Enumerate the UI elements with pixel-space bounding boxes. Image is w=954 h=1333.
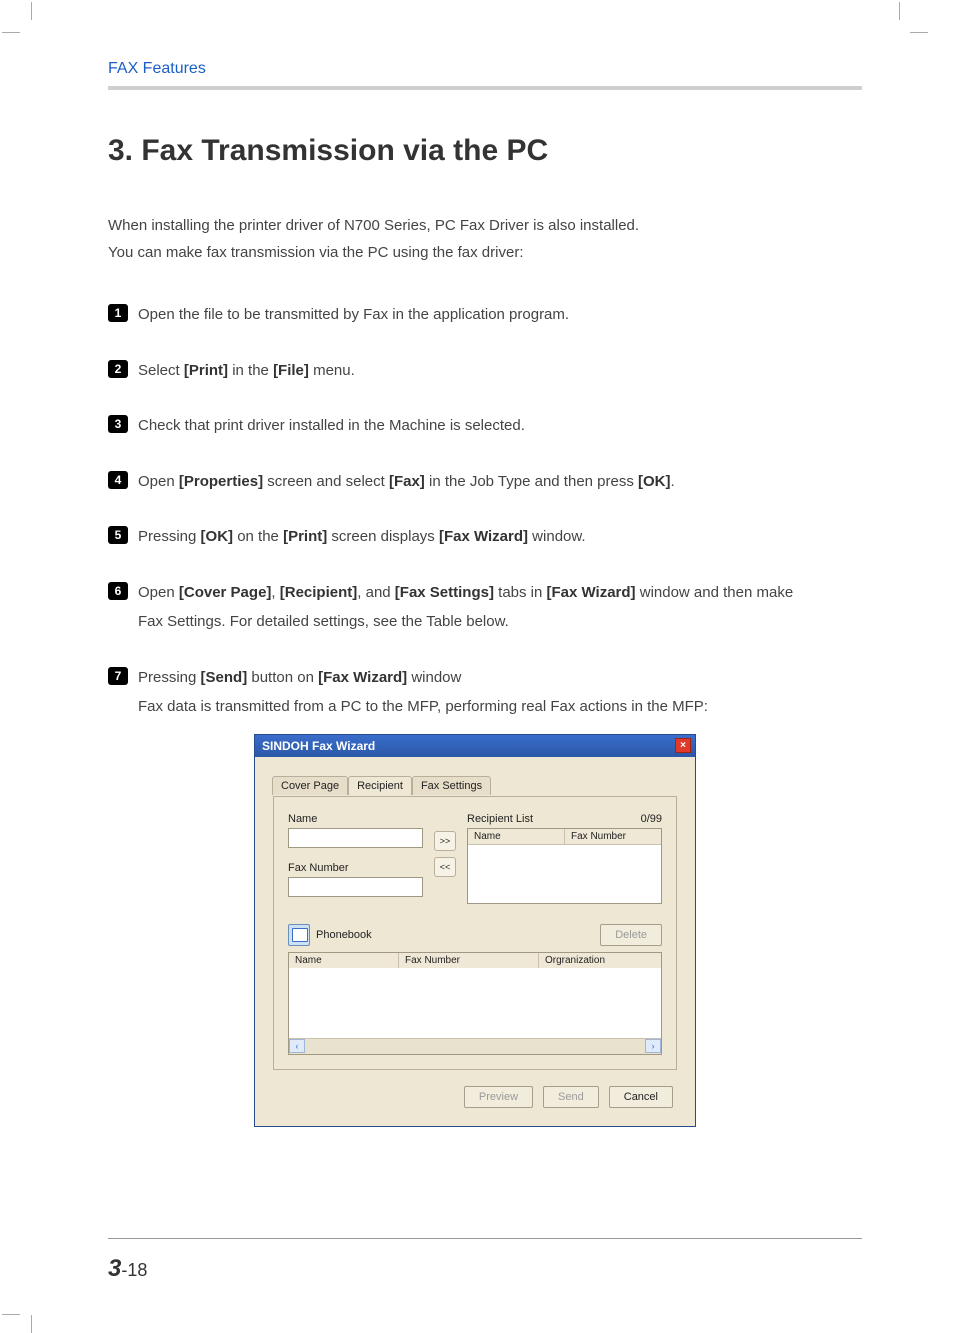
intro-line1: When installing the printer driver of N7… xyxy=(108,212,862,239)
col-fax-number[interactable]: Fax Number xyxy=(565,829,661,844)
phonebook-label: Phonebook xyxy=(316,929,372,941)
fax-number-input[interactable] xyxy=(288,877,423,897)
step-2: 2 Select [Print] in the [File] menu. xyxy=(108,358,862,384)
step7-line2: Fax data is transmitted from a PC to the… xyxy=(138,694,708,720)
step-badge: 2 xyxy=(108,360,128,378)
pb-col-organization[interactable]: Orgranization xyxy=(539,953,661,968)
scroll-right-button[interactable]: › xyxy=(645,1039,661,1053)
remove-recipient-button[interactable]: << xyxy=(434,857,456,877)
step-5: 5 Pressing [OK] on the [Print] screen di… xyxy=(108,524,862,550)
step-badge: 5 xyxy=(108,526,128,544)
pb-col-fax-number[interactable]: Fax Number xyxy=(399,953,539,968)
recipient-listbox[interactable]: Name Fax Number xyxy=(467,828,662,904)
intro-block: When installing the printer driver of N7… xyxy=(108,212,862,266)
step-text: Check that print driver installed in the… xyxy=(138,417,525,434)
col-name[interactable]: Name xyxy=(468,829,565,844)
dialog-title: SINDOH Fax Wizard xyxy=(262,739,375,753)
pb-col-name[interactable]: Name xyxy=(289,953,399,968)
cancel-button[interactable]: Cancel xyxy=(609,1086,673,1108)
tab-fax-settings[interactable]: Fax Settings xyxy=(412,776,491,795)
step6-line2: Fax Settings. For detailed settings, see… xyxy=(138,609,793,635)
scroll-left-button[interactable]: ‹ xyxy=(289,1039,305,1053)
name-input[interactable] xyxy=(288,828,423,848)
page-number: 3-18 xyxy=(108,1255,147,1283)
close-icon: × xyxy=(680,739,686,752)
step-3: 3 Check that print driver installed in t… xyxy=(108,413,862,439)
header-rule xyxy=(108,86,862,90)
tab-cover-page[interactable]: Cover Page xyxy=(272,776,348,795)
tab-panel: Name Fax Number >> << Recipien xyxy=(273,796,677,1070)
step-6: 6 Open [Cover Page], [Recipient], and [F… xyxy=(108,580,862,635)
tab-recipient[interactable]: Recipient xyxy=(348,776,412,795)
phonebook-icon[interactable] xyxy=(288,924,310,946)
horizontal-scrollbar[interactable]: ‹ › xyxy=(289,1038,661,1054)
preview-button[interactable]: Preview xyxy=(464,1086,533,1108)
fax-wizard-dialog: SINDOH Fax Wizard × Cover Page Recipient… xyxy=(254,734,696,1127)
step-badge: 4 xyxy=(108,471,128,489)
step-badge: 7 xyxy=(108,667,128,685)
step-badge: 6 xyxy=(108,582,128,600)
step-4: 4 Open [Properties] screen and select [F… xyxy=(108,469,862,495)
recipient-count: 0/99 xyxy=(641,813,662,825)
page-title: 3. Fax Transmission via the PC xyxy=(108,134,862,168)
step-text: Open the file to be transmitted by Fax i… xyxy=(138,306,569,323)
step-7: 7 Pressing [Send] button on [Fax Wizard]… xyxy=(108,665,862,720)
add-recipient-button[interactable]: >> xyxy=(434,831,456,851)
delete-button[interactable]: Delete xyxy=(600,924,662,946)
step-badge: 3 xyxy=(108,415,128,433)
send-button[interactable]: Send xyxy=(543,1086,599,1108)
step-badge: 1 xyxy=(108,304,128,322)
fax-number-label: Fax Number xyxy=(288,862,423,874)
phonebook-table[interactable]: Name Fax Number Orgranization ‹ › xyxy=(288,952,662,1055)
footer-rule xyxy=(108,1238,862,1239)
close-button[interactable]: × xyxy=(675,738,691,753)
recipient-list-label: Recipient List xyxy=(467,813,533,825)
section-header: FAX Features xyxy=(108,60,862,78)
name-label: Name xyxy=(288,813,423,825)
tab-bar: Cover Page Recipient Fax Settings xyxy=(272,776,677,795)
intro-line2: You can make fax transmission via the PC… xyxy=(108,239,862,266)
dialog-titlebar[interactable]: SINDOH Fax Wizard × xyxy=(255,735,695,757)
step-1: 1 Open the file to be transmitted by Fax… xyxy=(108,302,862,328)
